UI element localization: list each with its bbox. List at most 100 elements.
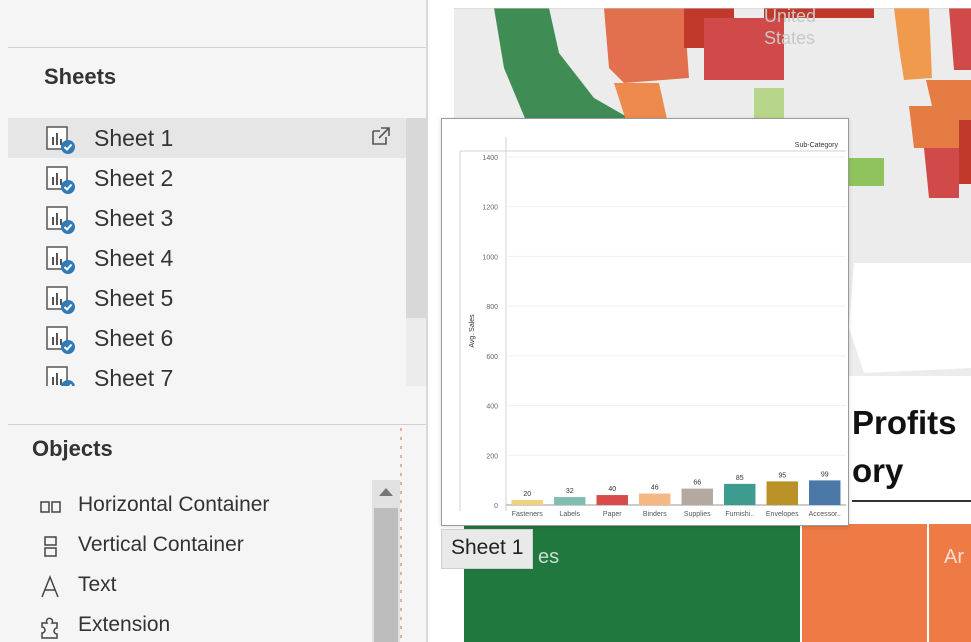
scrollbar-thumb[interactable]	[406, 118, 426, 318]
map-label: States	[764, 28, 816, 48]
object-label: Text	[78, 573, 117, 596]
y-tick-label: 1400	[482, 155, 498, 162]
map-region	[924, 148, 959, 198]
bar	[554, 497, 586, 505]
object-text[interactable]: Text	[30, 570, 380, 604]
title-underline	[852, 500, 971, 502]
worksheet-icon	[46, 126, 75, 154]
dashboard-title: Profits	[852, 404, 957, 441]
bar-value-label: 99	[821, 471, 829, 478]
bar	[809, 480, 841, 505]
sheet-item-label: Sheet 3	[94, 205, 174, 231]
x-tick-label: Labels	[559, 511, 580, 518]
map-region	[754, 88, 784, 118]
map-region	[604, 8, 689, 83]
treemap-view[interactable]: es Ar	[464, 524, 971, 642]
y-tick-label: 1200	[482, 205, 498, 212]
bar-value-label: 40	[608, 486, 616, 493]
bar-value-label: 85	[736, 475, 744, 482]
objects-section-title: Objects	[32, 436, 113, 461]
extension-icon	[41, 617, 58, 639]
map-region	[959, 120, 971, 184]
y-tick-label: 0	[494, 503, 498, 510]
sheet-item-label: Sheet 4	[94, 245, 174, 271]
y-tick-label: 600	[486, 354, 498, 361]
x-tick-label: Paper	[603, 511, 622, 518]
bar	[596, 495, 628, 505]
x-tick-label: Envelopes	[766, 511, 799, 518]
sheet-item-label: Sheet 5	[94, 285, 174, 311]
map-region	[926, 80, 971, 108]
bar	[511, 500, 543, 505]
y-tick-label: 200	[486, 453, 498, 460]
bar-chart: Sub-Category 0 200 400 600 800 1000 1200 1400 Avg…	[459, 137, 846, 518]
sheets-list: Sheet 1 Sheet 2 Sheet 3 Sheet 4 Sheet 5 …	[8, 118, 406, 386]
treemap-label: Ar	[944, 546, 964, 568]
bar	[681, 488, 713, 505]
drop-guide-line	[400, 428, 402, 642]
sheet-item-6[interactable]: Sheet 6	[8, 318, 406, 358]
objects-scrollbar[interactable]	[372, 480, 400, 642]
bar-value-label: 20	[523, 491, 531, 498]
text-icon	[41, 574, 59, 598]
y-tick-label: 800	[486, 304, 498, 311]
map-region	[894, 8, 932, 80]
sheet-item-label: Sheet 7	[94, 365, 174, 386]
open-external-icon[interactable]	[370, 125, 392, 147]
vertical-container-icon	[44, 536, 57, 557]
map-region	[949, 8, 971, 70]
dashboard-title-line2: ory	[852, 452, 904, 489]
sheet-item-label: Sheet 1	[94, 125, 174, 151]
sheet-item-label: Sheet 6	[94, 325, 174, 351]
bar-value-label: 46	[651, 485, 659, 492]
worksheet-icon	[46, 326, 75, 354]
sheet-item-1[interactable]: Sheet 1	[8, 118, 406, 158]
bar	[766, 481, 798, 505]
x-tick-label: Binders	[643, 511, 667, 518]
worksheet-icon	[46, 366, 75, 386]
scroll-up-arrow-icon[interactable]	[379, 488, 393, 496]
divider	[8, 424, 426, 425]
worksheet-icon	[46, 246, 75, 274]
sheets-section-title: Sheets	[44, 64, 117, 89]
map-region	[844, 158, 884, 186]
x-tick-label: Fasteners	[512, 511, 544, 518]
sheet-item-2[interactable]: Sheet 2	[8, 158, 406, 198]
sheet-item-5[interactable]: Sheet 5	[8, 278, 406, 318]
sheet-item-label: Sheet 2	[94, 165, 174, 191]
treemap-block[interactable]	[929, 524, 971, 642]
bar-value-label: 66	[693, 480, 701, 487]
y-tick-label: 400	[486, 404, 498, 411]
sheet-item-3[interactable]: Sheet 3	[8, 198, 406, 238]
chart-header-label: Sub-Category	[795, 142, 839, 149]
object-label: Extension	[78, 613, 171, 636]
x-tick-label: Furnishi..	[725, 511, 754, 518]
dashboard-side-panel: Sheets Sheet 1 Sheet 2 Sheet 3 Sheet 4 S…	[0, 0, 428, 642]
object-label: Horizontal Container	[78, 493, 270, 516]
worksheet-icon	[46, 166, 75, 194]
sheet-item-7[interactable]: Sheet 7	[8, 358, 406, 386]
treemap-label: es	[538, 546, 560, 568]
sheet-preview-tooltip: Sub-Category 0 200 400 600 800 1000 1200 1400 Avg…	[441, 118, 849, 526]
object-vertical-container[interactable]: Vertical Container	[30, 530, 380, 564]
y-axis-label: Avg. Sales	[469, 314, 476, 348]
x-tick-label: Accessor..	[809, 511, 841, 518]
map-label: United	[764, 8, 817, 26]
bar	[639, 493, 671, 505]
sheet-item-4[interactable]: Sheet 4	[8, 238, 406, 278]
sheets-scrollbar[interactable]	[406, 118, 426, 386]
worksheet-icon	[46, 286, 75, 314]
y-tick-label: 1000	[482, 254, 498, 261]
bar	[724, 483, 756, 505]
bar-value-label: 95	[778, 472, 786, 479]
hovered-sheet-label: Sheet 1	[441, 529, 534, 569]
worksheet-icon	[46, 206, 75, 234]
object-horizontal-container[interactable]: Horizontal Container	[30, 490, 380, 524]
treemap-block[interactable]	[802, 524, 927, 642]
scrollbar-thumb[interactable]	[374, 508, 398, 642]
divider	[8, 47, 426, 48]
object-extension[interactable]: Extension	[30, 610, 380, 642]
x-tick-label: Supplies	[684, 511, 711, 518]
object-label: Vertical Container	[78, 533, 244, 556]
bar-value-label: 32	[566, 488, 574, 495]
